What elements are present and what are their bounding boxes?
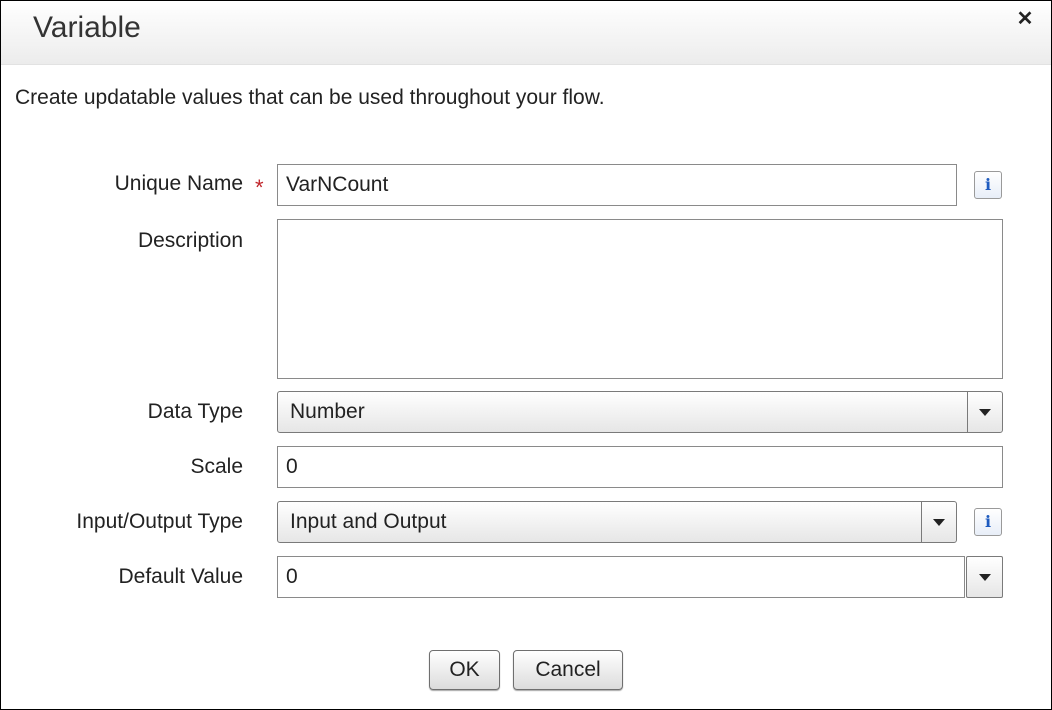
info-icon[interactable]: i: [974, 171, 1002, 199]
default-value-dropdown-button[interactable]: [966, 556, 1003, 598]
dialog-description: Create updatable values that can be used…: [15, 86, 605, 109]
close-icon[interactable]: ✕: [1015, 9, 1035, 29]
io-type-dropdown-button[interactable]: [921, 502, 956, 542]
ok-button[interactable]: OK: [429, 650, 500, 690]
default-value-input[interactable]: [277, 556, 965, 598]
chevron-down-icon: [979, 409, 991, 416]
default-value-label: Default Value: [118, 565, 243, 588]
unique-name-input[interactable]: [277, 164, 957, 206]
io-type-label: Input/Output Type: [76, 510, 243, 533]
chevron-down-icon: [978, 574, 991, 581]
description-label: Description: [137, 229, 243, 252]
data-type-dropdown-button[interactable]: [967, 392, 1002, 432]
variable-dialog: Variable ✕ Create updatable values that …: [0, 0, 1052, 710]
scale-input[interactable]: [277, 446, 1003, 488]
data-type-select[interactable]: Number: [277, 391, 1003, 433]
dialog-title: Variable: [33, 11, 141, 44]
chevron-down-icon: [933, 519, 945, 526]
dialog-header: Variable ✕: [1, 1, 1051, 65]
description-textarea[interactable]: [277, 219, 1003, 379]
required-marker: *: [255, 175, 264, 200]
scale-label: Scale: [190, 455, 243, 478]
io-type-select[interactable]: Input and Output: [277, 501, 957, 543]
info-icon[interactable]: i: [974, 508, 1002, 536]
cancel-button[interactable]: Cancel: [513, 650, 623, 690]
data-type-label: Data Type: [147, 400, 243, 423]
io-type-value: Input and Output: [290, 510, 447, 533]
unique-name-label: Unique Name: [114, 172, 243, 195]
data-type-value: Number: [290, 400, 365, 423]
